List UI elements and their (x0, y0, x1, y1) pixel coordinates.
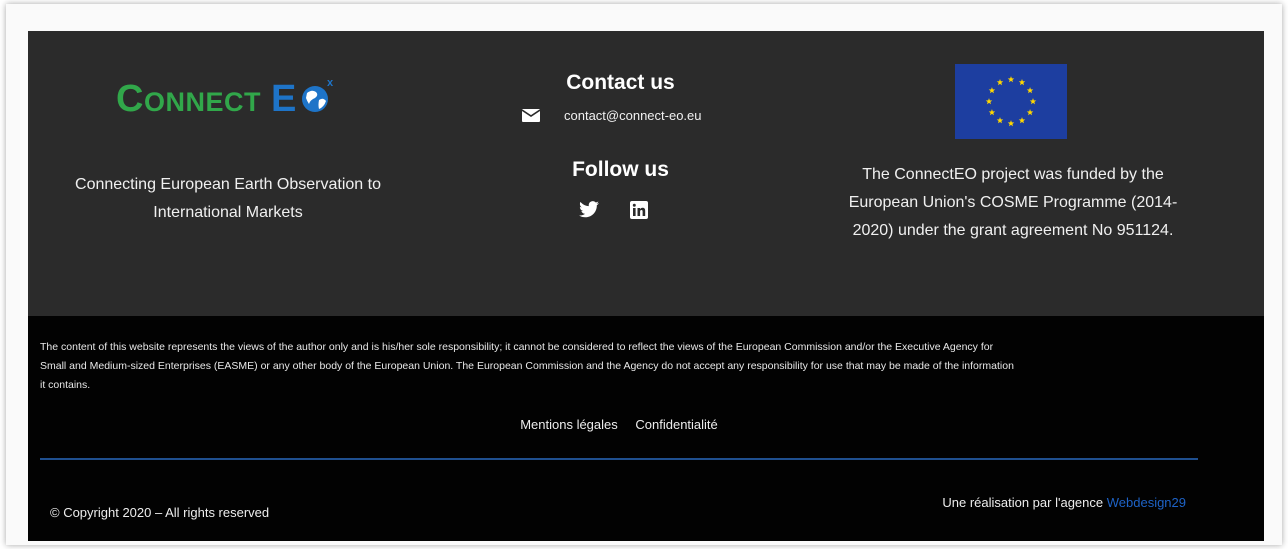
site-footer: Connect E x Connecting European Earth Ob… (28, 31, 1264, 541)
footer-top: Connect E x Connecting European Earth Ob… (28, 31, 1264, 316)
funding-statement: The ConnectEO project was funded by the … (798, 161, 1228, 245)
funding-line-3: 2020) under the grant agreement No 95112… (852, 222, 1174, 239)
tagline-line-2: International Markets (153, 204, 303, 221)
follow-heading: Follow us (572, 158, 669, 181)
tagline-line-1: Connecting European Earth Observation to (75, 176, 381, 193)
brand-tagline: Connecting European Earth Observation to… (28, 171, 428, 227)
mentions-legales-link[interactable]: Mentions légales (520, 417, 618, 432)
eu-flag-icon (955, 64, 1067, 139)
logo-wordmark: Connect (116, 78, 261, 120)
funding-line-2: European Union's COSME Programme (2014- (848, 194, 1178, 211)
legal-links: Mentions légales Confidentialité (28, 417, 1210, 432)
disclaimer-line-1: The content of this website represents t… (40, 341, 994, 353)
social-links (578, 201, 648, 219)
contact-heading: Contact us (566, 71, 675, 94)
globe-icon: x (298, 77, 336, 122)
disclaimer-line-3: it contains. (40, 379, 91, 391)
credit-prefix: Une réalisation par l'agence (942, 495, 1104, 510)
mail-icon (522, 109, 540, 122)
logo-letter-e: E (270, 78, 297, 120)
contact-email-row[interactable]: contact@connect-eo.eu (522, 108, 702, 123)
agency-credit: Une réalisation par l'agence Webdesign29 (942, 495, 1186, 510)
funding-line-1: The ConnectEO project was funded by the (862, 166, 1164, 183)
footer-bottom: The content of this website represents t… (28, 316, 1264, 541)
confidentialite-link[interactable]: Confidentialité (635, 417, 717, 432)
linkedin-icon[interactable] (630, 201, 648, 219)
copyright-text: © Copyright 2020 – All rights reserved (50, 505, 270, 520)
agency-link[interactable]: Webdesign29 (1107, 495, 1186, 510)
svg-text:x: x (327, 77, 334, 89)
eu-disclaimer: The content of this website represents t… (40, 338, 1200, 395)
footer-divider (40, 458, 1198, 460)
connecteo-logo[interactable]: Connect E x (116, 77, 346, 122)
twitter-icon[interactable] (578, 201, 600, 219)
contact-email-link[interactable]: contact@connect-eo.eu (564, 108, 702, 123)
disclaimer-line-2: Small and Medium-sized Enterprises (EASM… (40, 360, 1014, 372)
